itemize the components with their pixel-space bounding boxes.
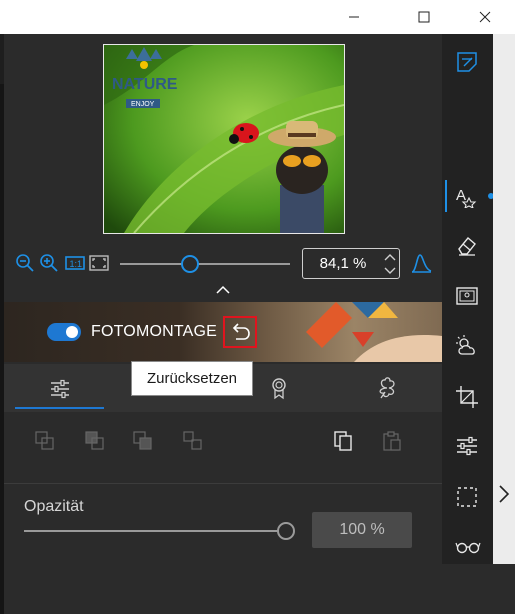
close-icon <box>479 11 491 23</box>
window-edge-panel <box>493 34 515 564</box>
crop-icon[interactable] <box>455 385 479 409</box>
zoom-out-icon[interactable] <box>14 252 36 274</box>
zoom-controls: 1:1 84,1 % <box>4 247 442 281</box>
text-effects-icon[interactable]: A <box>455 184 481 208</box>
opacity-slider-track[interactable] <box>24 530 286 532</box>
banner-title: FOTOMONTAGE <box>91 323 218 340</box>
undo-icon <box>232 323 250 340</box>
zoom-spinner-icon[interactable] <box>383 251 397 277</box>
opacity-value-field[interactable]: 100 % <box>312 512 412 548</box>
maximize-button[interactable] <box>401 0 447 34</box>
active-tool-indicator <box>445 180 447 212</box>
arrange-icon-2[interactable] <box>84 430 106 452</box>
minimize-button[interactable] <box>331 0 377 34</box>
paste-icon[interactable] <box>381 430 403 452</box>
fotomontage-banner: FOTOMONTAGE <box>4 302 442 362</box>
title-bar <box>0 0 515 34</box>
weather-icon[interactable] <box>455 334 479 358</box>
arrange-icon-4[interactable] <box>182 430 204 452</box>
logo-text-enjoy: ENJOY <box>131 101 155 108</box>
copy-icon[interactable] <box>332 430 354 452</box>
opacity-slider-thumb[interactable] <box>277 522 295 540</box>
minimize-icon <box>349 16 359 18</box>
divider <box>4 483 442 484</box>
award-tab-icon[interactable] <box>267 376 291 400</box>
zoom-value: 84,1 % <box>319 255 367 272</box>
active-tab-indicator <box>15 407 104 409</box>
zoom-slider-track[interactable] <box>120 263 290 265</box>
svg-text:A: A <box>456 187 466 204</box>
banner-puzzle-artwork <box>306 302 442 362</box>
chevron-right-icon[interactable] <box>495 482 513 506</box>
editor-panel: NATURE ENJOY 1:1 84,1 % FOTOMONTAGE Zurü… <box>4 34 442 564</box>
image-frame-icon[interactable] <box>455 284 479 308</box>
arrange-icon-1[interactable] <box>34 430 56 452</box>
selection-icon[interactable] <box>455 485 479 509</box>
layer-tools <box>4 420 442 466</box>
reset-button[interactable] <box>223 316 257 348</box>
arrange-icon-3[interactable] <box>132 430 154 452</box>
histogram-icon[interactable] <box>409 251 433 275</box>
fit-to-window-icon[interactable] <box>88 252 110 274</box>
fotomontage-toggle[interactable] <box>47 323 81 341</box>
notes-icon[interactable] <box>455 50 479 74</box>
actual-size-icon[interactable]: 1:1 <box>64 252 86 274</box>
logo-text-nature: NATURE <box>112 76 178 93</box>
eraser-icon[interactable] <box>455 234 479 258</box>
zoom-value-field[interactable]: 84,1 % <box>302 248 400 279</box>
chevron-up-icon[interactable] <box>214 284 232 296</box>
image-preview[interactable]: NATURE ENJOY <box>103 44 345 234</box>
maximize-icon <box>418 11 430 23</box>
close-button[interactable] <box>462 0 508 34</box>
adjustments-tab-icon[interactable] <box>48 376 72 400</box>
zoom-slider-thumb[interactable] <box>180 255 199 273</box>
clover-tab-icon[interactable] <box>374 376 400 400</box>
reset-tooltip: Zurücksetzen <box>131 361 253 396</box>
sliders-icon[interactable] <box>455 434 479 458</box>
zoom-in-icon[interactable] <box>38 252 60 274</box>
glasses-icon[interactable] <box>455 534 481 558</box>
svg-text:1:1: 1:1 <box>70 259 83 269</box>
opacity-label: Opazität <box>24 498 84 515</box>
right-toolbar: A <box>442 34 494 564</box>
